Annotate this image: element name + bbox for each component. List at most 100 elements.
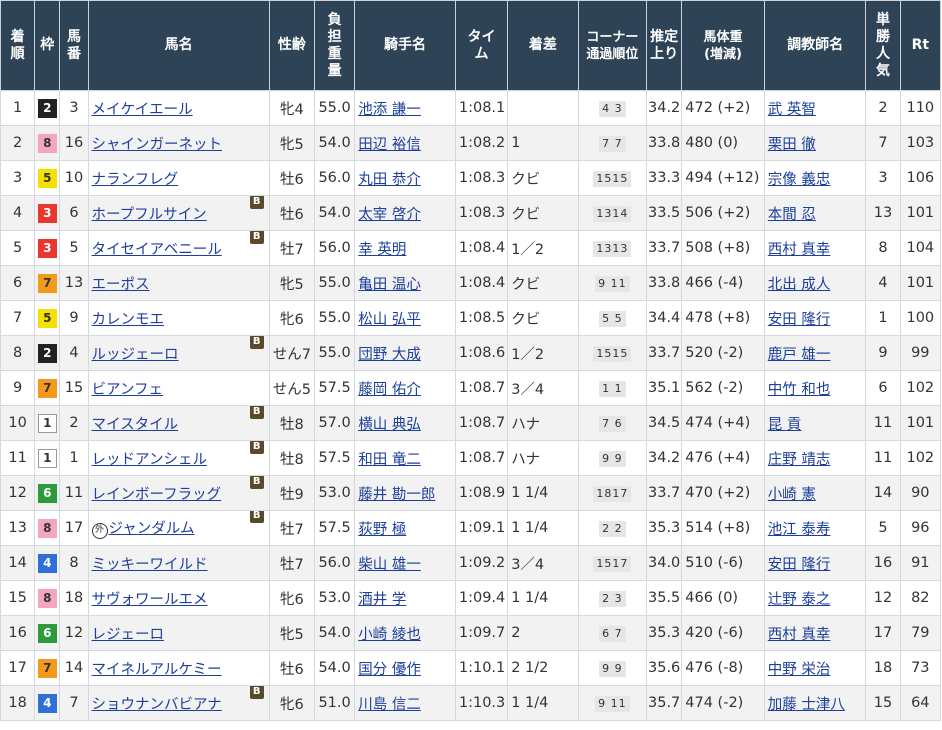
cell-corner: 7 7	[577, 125, 648, 161]
jockey-name-link[interactable]: 横山 典弘	[358, 417, 421, 433]
jockey-name-link[interactable]: 太宰 啓介	[358, 207, 421, 223]
cell-body-weight: 466 (0)	[681, 580, 765, 616]
corner-order: 2 3	[599, 590, 626, 607]
blinker-badge: B	[249, 336, 264, 349]
corner-order: 7 6	[599, 415, 626, 432]
trainer-name-link[interactable]: 鹿戸 雄一	[768, 347, 831, 363]
jockey-name-link[interactable]: 松山 弘平	[358, 312, 421, 328]
cell-umaban: 10	[59, 160, 89, 196]
cell-sexage: 牡6	[268, 650, 315, 686]
header-row: 着順 枠 馬番 馬名 性齢 負担重量 騎手名 タイム 着差 コーナー通過順位 推…	[0, 0, 942, 91]
cell-rank: 9	[0, 370, 36, 406]
cell-margin: 3／4	[507, 370, 579, 406]
trainer-name-link[interactable]: 宗像 義忠	[768, 172, 831, 188]
trainer-name-link[interactable]: 西村 真幸	[768, 242, 831, 258]
header-umaban-label: 馬番	[66, 28, 81, 62]
trainer-name-link[interactable]: 池江 泰寿	[768, 522, 831, 538]
trainer-name-link[interactable]: 辻野 泰之	[768, 592, 831, 608]
cell-rank: 6	[0, 265, 36, 301]
trainer-name-link[interactable]: 北出 成人	[768, 277, 831, 293]
jockey-name-link[interactable]: 藤井 勘一郎	[358, 487, 435, 503]
trainer-name-link[interactable]: 庄野 靖志	[768, 452, 831, 468]
jockey-name-link[interactable]: 亀田 温心	[358, 277, 421, 293]
trainer-name-link[interactable]: 本間 忍	[768, 207, 816, 223]
trainer-name-link[interactable]: 昆 貢	[768, 417, 802, 433]
trainer-name-link[interactable]: 栗田 徹	[768, 137, 816, 153]
cell-trainer: 中野 栄治	[763, 650, 867, 686]
cell-rank: 5	[0, 230, 36, 266]
cell-corner: 6 7	[577, 615, 648, 651]
horse-name-link[interactable]: シャインガーネット	[92, 137, 223, 153]
cell-popularity: 12	[865, 580, 901, 616]
horse-name-link[interactable]: メイケイエール	[92, 102, 193, 118]
cell-rt: 100	[899, 300, 942, 336]
horse-name-link[interactable]: マイネルアルケミー	[92, 662, 222, 678]
horse-name-link[interactable]: ルッジェーロ	[92, 347, 179, 363]
jockey-name-link[interactable]: 酒井 学	[358, 592, 406, 608]
cell-corner: 1 1	[577, 370, 648, 406]
horse-name-link[interactable]: ショウナンバビアナ	[92, 697, 222, 713]
cell-umaban: 14	[59, 650, 89, 686]
horse-name-link[interactable]: ビアンフェ	[92, 382, 164, 398]
trainer-name-link[interactable]: 中竹 和也	[768, 382, 831, 398]
jockey-name-link[interactable]: 川島 信二	[358, 697, 421, 713]
jockey-name-link[interactable]: 和田 竜二	[358, 452, 421, 468]
jockey-name-link[interactable]: 団野 大成	[358, 347, 421, 363]
horse-name-link[interactable]: ナランフレグ	[92, 172, 179, 188]
horse-name-link[interactable]: タイセイアベニール	[92, 242, 222, 258]
cell-rt: 79	[899, 615, 942, 651]
horse-wrap: ルッジェーロ B	[92, 336, 266, 364]
waku-badge: 4	[37, 553, 57, 573]
trainer-name-link[interactable]: 加藤 士津八	[768, 697, 845, 713]
table-row: 11 1 1 レッドアンシェル B 牡8 57.5 和田 竜二 1:08.7 ハナ 9 9 34.2 4…	[0, 440, 942, 476]
cell-waku: 4	[34, 685, 61, 721]
waku-badge: 8	[37, 133, 57, 153]
cell-popularity: 5	[865, 510, 901, 546]
trainer-name-link[interactable]: 西村 真幸	[768, 627, 831, 643]
cell-horse: ホープフルサイン B	[87, 195, 270, 231]
horse-wrap: 外ジャンダルム B	[91, 511, 266, 539]
cell-waku: 2	[34, 335, 61, 371]
horse-name-link[interactable]: ミッキーワイルド	[92, 557, 208, 573]
cell-waku: 3	[34, 195, 61, 231]
cell-corner: 9 11	[577, 265, 648, 301]
jockey-name-link[interactable]: 柴山 雄一	[358, 557, 421, 573]
cell-margin: 2	[507, 615, 579, 651]
corner-order: 1515	[593, 170, 632, 187]
header-trainer: 調教師名	[763, 0, 867, 91]
corner-order: 9 9	[599, 660, 626, 677]
jockey-name-link[interactable]: 藤岡 佑介	[358, 382, 421, 398]
trainer-name-link[interactable]: 中野 栄治	[768, 662, 831, 678]
cell-popularity: 16	[865, 545, 901, 581]
horse-name-link[interactable]: サヴォワールエメ	[92, 592, 208, 608]
trainer-name-link[interactable]: 安田 隆行	[768, 312, 831, 328]
jockey-name-link[interactable]: 池添 謙一	[358, 102, 421, 118]
cell-margin: クビ	[507, 300, 579, 336]
jockey-name-link[interactable]: 幸 英明	[358, 242, 406, 258]
trainer-name-link[interactable]: 安田 隆行	[768, 557, 831, 573]
trainer-name-link[interactable]: 小崎 憲	[768, 487, 816, 503]
horse-name-link[interactable]: レジェーロ	[92, 627, 165, 643]
jockey-name-link[interactable]: 田辺 裕信	[358, 137, 421, 153]
cell-rank: 12	[0, 475, 36, 511]
cell-margin: 1／2	[507, 230, 579, 266]
jockey-name-link[interactable]: 小崎 綾也	[358, 627, 421, 643]
cell-corner: 1515	[577, 160, 648, 196]
jockey-name-link[interactable]: 荻野 極	[358, 522, 406, 538]
jockey-name-link[interactable]: 丸田 恭介	[358, 172, 421, 188]
jockey-name-link[interactable]: 国分 優作	[358, 662, 421, 678]
horse-name-link[interactable]: ジャンダルム	[109, 521, 195, 537]
horse-name-link[interactable]: レッドアンシェル	[92, 452, 207, 468]
cell-jockey: 池添 謙一	[354, 90, 456, 126]
horse-name-link[interactable]: カレンモエ	[92, 312, 165, 328]
cell-jockey: 酒井 学	[354, 580, 456, 616]
horse-name-link[interactable]: エーポス	[92, 277, 150, 293]
cell-jockey: 太宰 啓介	[354, 195, 456, 231]
corner-order: 9 9	[599, 450, 626, 467]
horse-name-link[interactable]: レインボーフラッグ	[92, 487, 222, 503]
horse-name-link[interactable]: マイスタイル	[92, 417, 179, 433]
trainer-name-link[interactable]: 武 英智	[768, 102, 816, 118]
horse-name-link[interactable]: ホープフルサイン	[92, 207, 207, 223]
cell-horse: レジェーロ	[87, 615, 270, 651]
waku-badge: 7	[37, 273, 57, 293]
